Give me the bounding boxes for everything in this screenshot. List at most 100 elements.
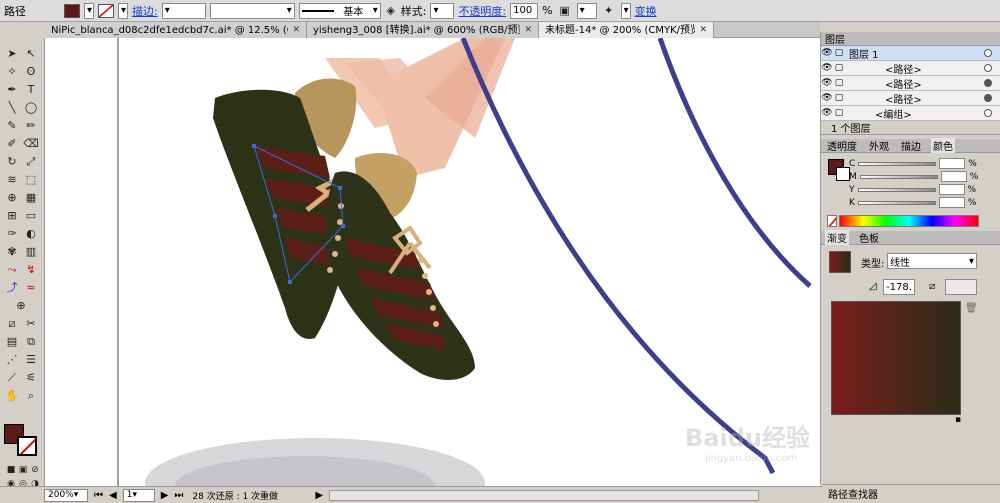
eye-icon[interactable]: 👁 <box>821 63 833 73</box>
gradient-angle-input[interactable]: -178. <box>883 279 915 295</box>
prev-artboard-icon[interactable]: ◀ <box>109 490 117 501</box>
status-menu-icon[interactable]: ▶ <box>315 490 323 501</box>
stroke-color-box[interactable] <box>17 436 37 456</box>
slider-k[interactable]: K% <box>821 196 1000 209</box>
stroke-weight-dropdown[interactable]: ▾ <box>161 2 206 19</box>
close-icon[interactable]: ✕ <box>292 23 300 38</box>
next-artboard-icon[interactable]: ▶ <box>161 490 169 501</box>
slider-m[interactable]: M% <box>821 170 1000 183</box>
live-paint-select-tool-icon[interactable]: ☰ <box>23 352 39 368</box>
target-icon[interactable] <box>984 79 992 87</box>
line-tool-icon[interactable]: ╲ <box>4 100 20 116</box>
knife-tool-icon[interactable]: ⚟ <box>23 370 39 386</box>
lock-toggle[interactable]: ▢ <box>833 48 845 58</box>
warp-tool-icon[interactable]: ≋ <box>4 172 20 188</box>
tab-transparency[interactable]: 透明度 <box>825 138 859 153</box>
width-tool-icon[interactable]: ⤳ <box>4 262 20 278</box>
lock-toggle[interactable]: ▢ <box>833 78 845 88</box>
zoom-dropdown[interactable]: 200% ▾ <box>44 488 88 502</box>
trash-icon[interactable]: 🗑 <box>965 303 978 314</box>
lock-toggle[interactable]: ▢ <box>833 108 845 118</box>
free-transform-tool-icon[interactable]: ⬚ <box>23 172 39 188</box>
perspective-grid-tool-icon[interactable]: ▦ <box>23 190 39 206</box>
align-dropdown[interactable]: ▾ <box>576 2 597 19</box>
reshape-tool-icon[interactable]: ↯ <box>23 262 39 278</box>
crosshair-tool-icon[interactable]: ⊕ <box>13 298 29 314</box>
rotate-tool-icon[interactable]: ↻ <box>4 154 20 170</box>
measure-tool-icon[interactable]: ⟋ <box>4 370 20 386</box>
opacity-link[interactable]: 不透明度: <box>458 3 506 19</box>
print-tiling-tool-icon[interactable]: ⧉ <box>23 334 39 350</box>
gradient-type-dropdown[interactable]: 线性 ▾ <box>887 253 977 269</box>
brush-dropdown[interactable]: 基本 ▾ <box>298 2 381 19</box>
artboard-dropdown[interactable]: 1 ▾ <box>122 488 155 502</box>
tab-swatches[interactable]: 色板 <box>857 230 881 245</box>
scissors-tool-icon[interactable]: ✂ <box>23 316 39 332</box>
selection-tool-icon[interactable]: ➤ <box>4 46 20 62</box>
stroke-link[interactable]: 描边: <box>132 3 158 19</box>
eye-icon[interactable]: 👁 <box>821 48 833 58</box>
target-icon[interactable] <box>984 64 992 72</box>
layers-panel-header[interactable]: 图层 <box>821 32 1000 46</box>
opacity-input[interactable]: 100 <box>510 2 539 19</box>
scale-tool-icon[interactable]: ⤢ <box>23 154 39 170</box>
type-tool-icon[interactable]: T <box>23 82 39 98</box>
lock-toggle[interactable]: ▢ <box>833 93 845 103</box>
graphic-style-icon[interactable]: ◈ <box>385 3 397 19</box>
tab-gradient[interactable]: 渐变 <box>825 230 849 245</box>
fill-swatch[interactable] <box>64 3 80 18</box>
horizontal-scrollbar[interactable] <box>329 489 760 501</box>
blob-brush-tool-icon[interactable]: ✐ <box>4 136 20 152</box>
close-icon[interactable]: ✕ <box>524 23 532 38</box>
target-icon[interactable] <box>984 94 992 102</box>
close-icon[interactable]: ✕ <box>699 23 707 38</box>
style-dropdown[interactable]: ▾ <box>430 2 455 19</box>
layer-row[interactable]: 👁 ▢ <编组> <box>821 106 1000 121</box>
direct-selection-tool-icon[interactable]: ↖ <box>23 46 39 62</box>
path-eraser-tool-icon[interactable]: ≈ <box>23 280 39 296</box>
eye-icon[interactable]: 👁 <box>821 108 833 118</box>
lock-toggle[interactable]: ▢ <box>833 63 845 73</box>
target-icon[interactable] <box>984 109 992 117</box>
layer-row[interactable]: 👁 ▢ <路径> <box>821 91 1000 106</box>
live-paint-tool-icon[interactable]: ⋰ <box>4 352 20 368</box>
tab-appearance[interactable]: 外观 <box>867 138 891 153</box>
smooth-tool-icon[interactable]: ⤴ <box>4 280 20 296</box>
transform-link[interactable]: 变换 <box>635 3 657 19</box>
pathfinder-label[interactable]: 路径查找器 <box>828 486 878 501</box>
target-icon[interactable] <box>984 49 992 57</box>
fill-dropdown[interactable]: ▾ <box>84 2 94 19</box>
slider-y[interactable]: Y% <box>821 183 1000 196</box>
lasso-tool-icon[interactable]: ʘ <box>23 64 39 80</box>
symbol-sprayer-tool-icon[interactable]: ✾ <box>4 244 20 260</box>
none-swatch[interactable] <box>827 215 837 227</box>
shape-builder-tool-icon[interactable]: ⊕ <box>4 190 20 206</box>
slider-c[interactable]: C% <box>821 157 1000 170</box>
gradient-stop-right[interactable]: ▪ <box>955 415 961 425</box>
gradient-aspect-input[interactable] <box>945 279 977 295</box>
layer-row[interactable]: 👁 ▢ <路径> <box>821 76 1000 91</box>
blend-tool-icon[interactable]: ◐ <box>23 226 39 242</box>
magic-wand-icon[interactable]: ✦ <box>601 3 617 19</box>
stroke-swatch[interactable] <box>98 3 114 18</box>
tab-doc-1[interactable]: NiPic_blanca_d08c2dfe1edcbd7c.ai* @ 12.5… <box>45 22 307 38</box>
last-artboard-icon[interactable]: ⏭ <box>174 490 183 501</box>
first-artboard-icon[interactable]: ⏮ <box>94 490 103 501</box>
tab-stroke[interactable]: 描边 <box>899 138 923 153</box>
magic-wand-tool-icon[interactable]: ✧ <box>4 64 20 80</box>
column-graph-tool-icon[interactable]: ▥ <box>23 244 39 260</box>
pen-tool-icon[interactable]: ✒ <box>4 82 20 98</box>
eye-icon[interactable]: 👁 <box>821 93 833 103</box>
tab-color[interactable]: 颜色 <box>931 138 955 153</box>
gradient-thumbnail[interactable] <box>829 251 851 273</box>
zoom-tool-icon[interactable]: ⌕ <box>23 388 39 404</box>
tab-doc-3[interactable]: 未标题-14* @ 200% (CMYK/预览) ✕ <box>539 22 714 38</box>
ellipse-tool-icon[interactable]: ◯ <box>23 100 39 116</box>
hand-tool-icon[interactable]: ✋ <box>4 388 20 404</box>
gradient-tool-icon[interactable]: ▭ <box>23 208 39 224</box>
artboard-tool-icon[interactable]: ▤ <box>4 334 20 350</box>
gradient-preview[interactable] <box>831 301 961 415</box>
stroke-dropdown[interactable]: ▾ <box>118 2 128 19</box>
pencil-tool-icon[interactable]: ✏ <box>23 118 39 134</box>
layer-row[interactable]: 👁 ▢ <路径> <box>821 61 1000 76</box>
